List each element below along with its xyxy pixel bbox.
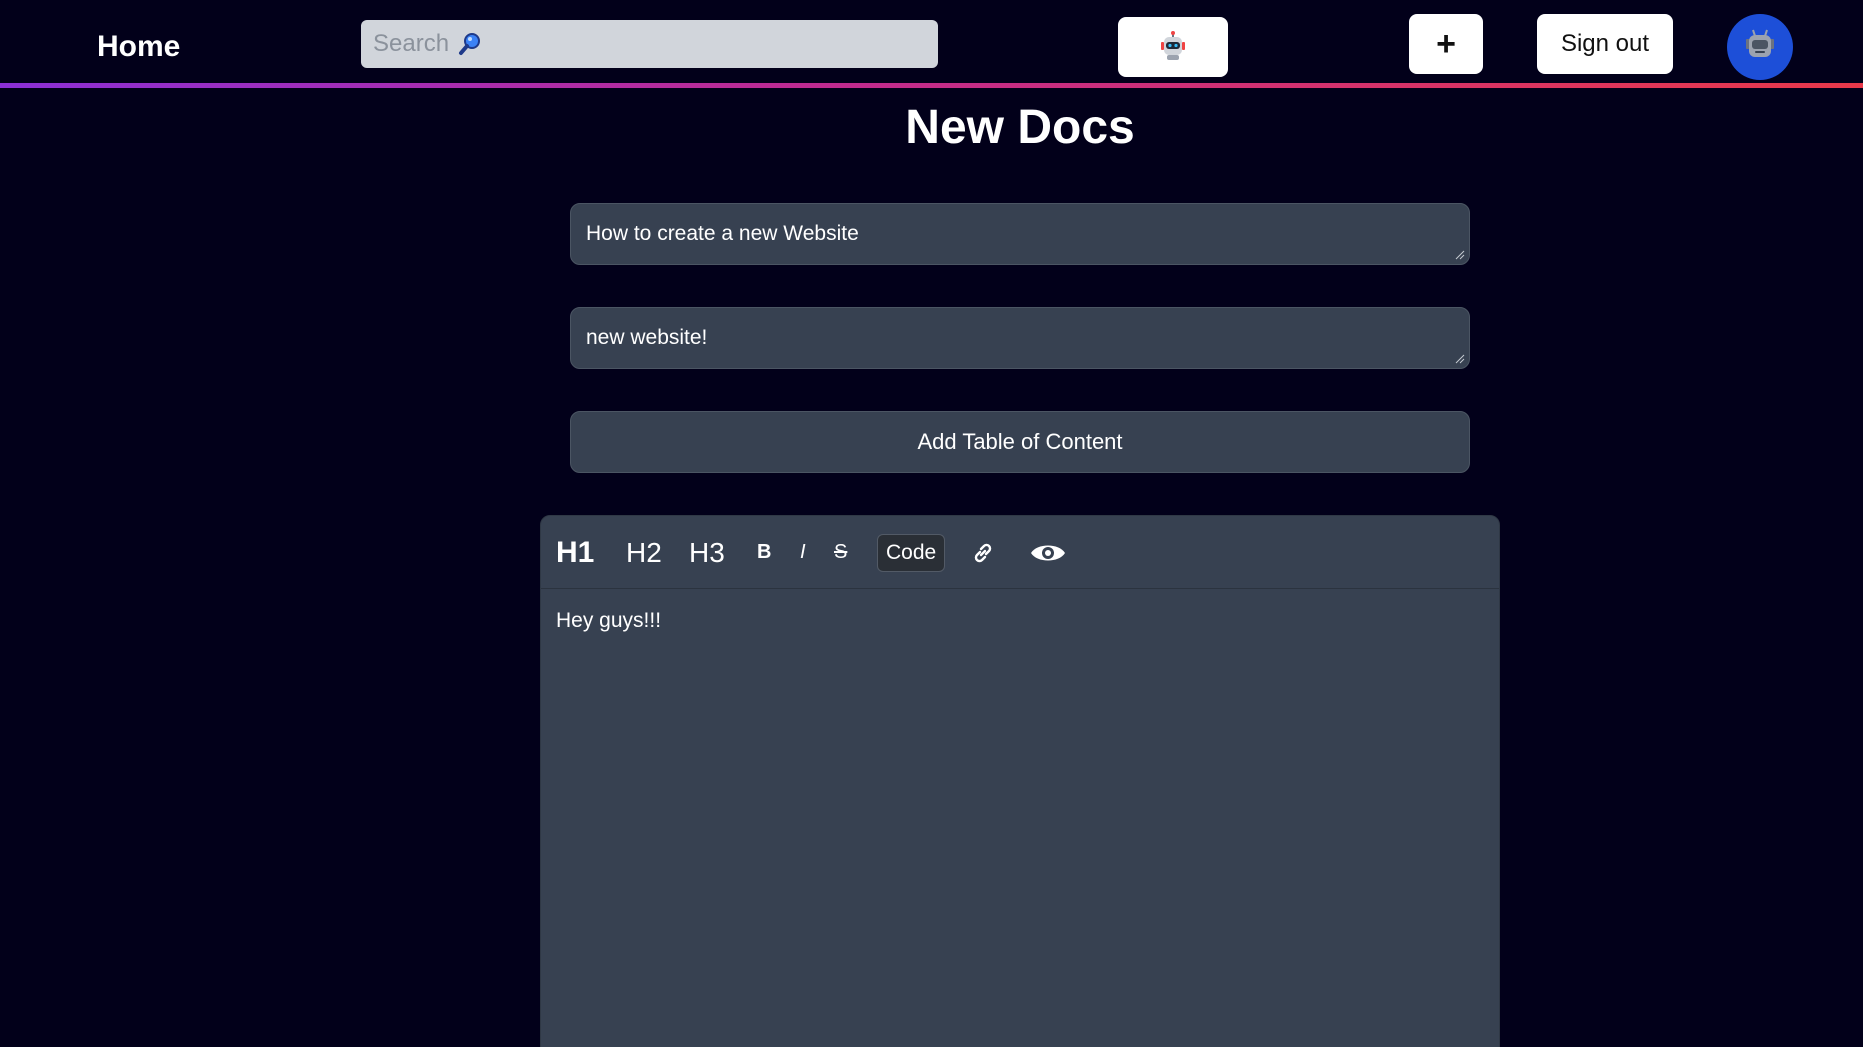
doc-description-input[interactable]: new website! — [570, 307, 1470, 369]
new-doc-button[interactable]: + — [1409, 14, 1483, 74]
doc-description-value: new website! — [586, 326, 708, 349]
code-button[interactable]: Code — [877, 534, 946, 572]
search-input[interactable] — [373, 30, 453, 58]
top-navbar: Home Search + Sign out — [0, 0, 1863, 84]
heading1-button[interactable]: H1 — [556, 516, 594, 589]
page: Home Search + Sign out New Docs How to c… — [0, 0, 1863, 1047]
strikethrough-button[interactable]: S — [834, 516, 847, 589]
markdown-editor: H1 H2 H3 B I S Code Hey guys!!! — [540, 515, 1500, 1047]
editor-toolbar: H1 H2 H3 B I S Code — [541, 516, 1499, 589]
magnifier-icon — [457, 31, 483, 57]
add-table-of-content-button[interactable]: Add Table of Content — [570, 411, 1470, 473]
bold-button[interactable]: B — [757, 516, 771, 589]
robot-avatar-icon — [1740, 25, 1780, 70]
avatar[interactable] — [1727, 14, 1793, 80]
header-gradient-divider — [0, 83, 1863, 88]
heading2-button[interactable]: H2 — [626, 516, 662, 589]
italic-button[interactable]: I — [800, 516, 806, 589]
ai-assistant-button[interactable] — [1118, 17, 1228, 77]
resize-handle-icon[interactable] — [1455, 354, 1465, 364]
sign-out-button[interactable]: Sign out — [1537, 14, 1673, 74]
robot-icon — [1157, 30, 1189, 65]
eye-icon[interactable] — [1029, 516, 1067, 589]
doc-title-value: How to create a new Website — [586, 222, 859, 245]
home-link[interactable]: Home — [97, 30, 180, 64]
heading3-button[interactable]: H3 — [689, 516, 725, 589]
search-bar[interactable] — [361, 20, 938, 68]
link-icon[interactable] — [971, 516, 995, 589]
resize-handle-icon[interactable] — [1455, 250, 1465, 260]
editor-content[interactable]: Hey guys!!! — [541, 589, 1499, 653]
page-title: New Docs — [905, 101, 1135, 154]
doc-title-input[interactable]: How to create a new Website — [570, 203, 1470, 265]
